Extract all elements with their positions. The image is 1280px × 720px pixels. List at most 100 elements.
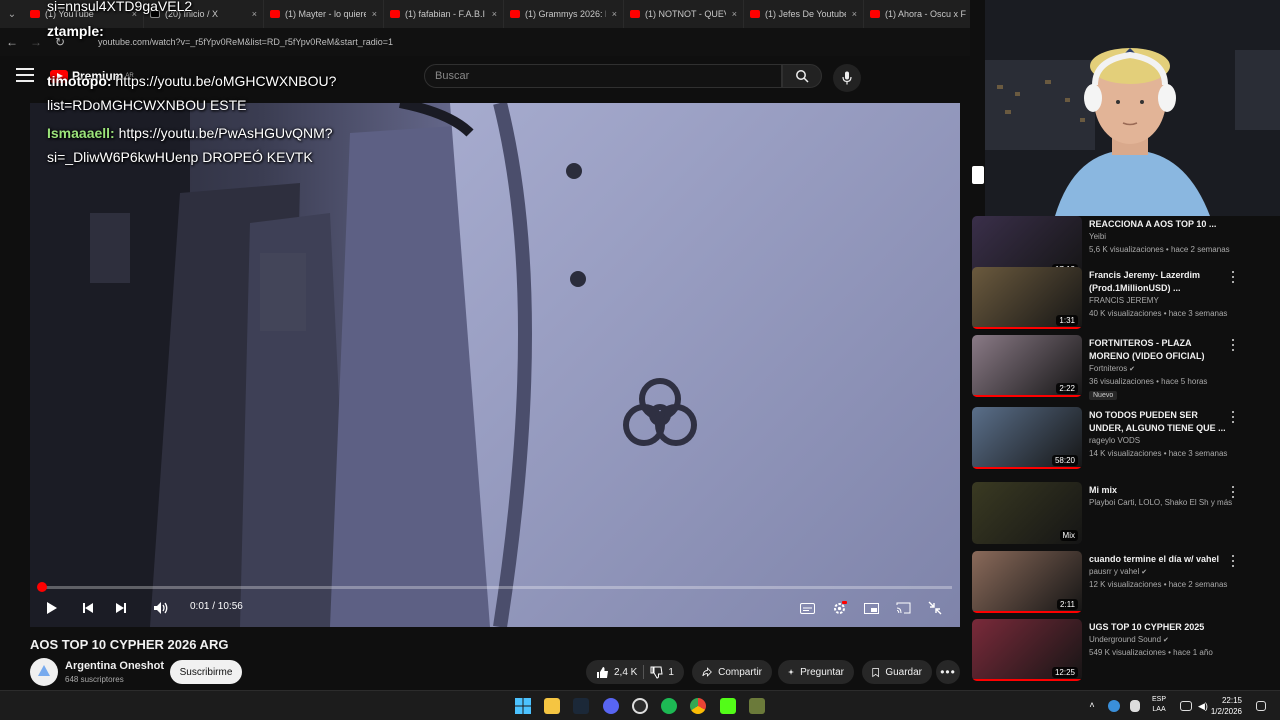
video-thumbnail[interactable]: 2:11 — [972, 551, 1082, 613]
save-button[interactable]: Guardar — [862, 660, 932, 684]
hamburger-menu-icon[interactable] — [16, 68, 34, 82]
play-button[interactable] — [44, 598, 60, 618]
kick-icon[interactable] — [720, 698, 736, 714]
duration-badge: 58:20 — [1051, 455, 1078, 466]
tray-microphone-icon[interactable] — [1130, 700, 1140, 712]
recommended-channel[interactable]: Yeibi — [1089, 232, 1106, 241]
tab-close-icon[interactable]: × — [732, 9, 737, 19]
video-player[interactable] — [30, 103, 960, 627]
video-thumbnail[interactable]: Mix — [972, 482, 1082, 544]
recommended-channel[interactable]: Underground Sound ✔ — [1089, 635, 1169, 644]
recommended-video[interactable]: 2:22 FORTNITEROS - PLAZA MORENO (VIDEO OF… — [972, 335, 1272, 400]
more-options-icon[interactable] — [1230, 339, 1236, 351]
tray-display-icon[interactable] — [1180, 701, 1192, 711]
fullscreen-button[interactable] — [926, 598, 944, 618]
next-button[interactable] — [113, 598, 129, 618]
browser-tab[interactable]: (1) fafabian - F.A.B.I × — [384, 0, 504, 28]
video-thumbnail[interactable]: 1:31 — [972, 267, 1082, 329]
more-options-icon[interactable] — [1230, 271, 1236, 283]
recommended-video[interactable]: 1:31 Francis Jeremy- Lazerdim (Prod.1Mill… — [972, 267, 1272, 329]
video-thumbnail[interactable]: 58:20 — [972, 407, 1082, 469]
recommended-title[interactable]: UGS TOP 10 CYPHER 2025 — [1089, 621, 1229, 634]
recommended-channel[interactable]: FRANCIS JEREMY — [1089, 296, 1159, 305]
recommended-channel[interactable]: Fortniteros ✔ — [1089, 364, 1135, 373]
channel-label: pausrr y vahel — [1089, 567, 1140, 576]
browser-tab[interactable]: (1) Mayter - lo quiere × — [264, 0, 384, 28]
tray-network-app-icon[interactable] — [1108, 700, 1120, 712]
progress-bar[interactable] — [40, 586, 952, 589]
clock-date: 1/2/2026 — [1210, 707, 1242, 716]
more-options-icon[interactable] — [1230, 486, 1236, 498]
dislike-button[interactable]: 1 — [650, 666, 674, 679]
back-button[interactable]: ← — [0, 28, 24, 56]
recommended-title[interactable]: REACCIONA A AOS TOP 10 ... — [1089, 218, 1229, 231]
notifications-icon[interactable] — [1256, 701, 1266, 711]
video-thumbnail[interactable]: 12:25 — [972, 619, 1082, 681]
recommended-channel[interactable]: pausrr y vahel ✔ — [1089, 567, 1147, 576]
more-actions-button[interactable]: ••• — [936, 660, 960, 684]
language-indicator[interactable]: ESP LAA — [1152, 695, 1166, 715]
tab-close-icon[interactable]: × — [252, 9, 257, 19]
recommended-channel[interactable]: Playboi Carti, LOLO, Shako El Sh y más — [1089, 498, 1232, 507]
more-options-icon[interactable] — [1230, 411, 1236, 423]
settings-button[interactable] — [830, 598, 848, 618]
search-button[interactable] — [782, 64, 822, 88]
cast-button[interactable] — [894, 598, 912, 618]
channel-label: Fortniteros — [1089, 364, 1128, 373]
recommended-title[interactable]: FORTNITEROS - PLAZA MORENO (VIDEO OFICIA… — [1089, 337, 1229, 363]
chat-message: timotopo: https://youtu.be/oMGHCWXNBOU? — [47, 70, 336, 93]
start-button[interactable] — [515, 698, 531, 714]
recommended-title[interactable]: Mi mix — [1089, 484, 1229, 497]
tab-close-icon[interactable]: × — [852, 9, 857, 19]
channel-avatar[interactable] — [30, 658, 58, 686]
forward-button[interactable]: → — [24, 28, 48, 56]
chrome-icon[interactable] — [690, 698, 706, 714]
recommended-title[interactable]: cuando termine el día w/ vahel — [1089, 553, 1229, 566]
subtitles-button[interactable] — [798, 598, 816, 618]
voice-search-button[interactable] — [833, 64, 861, 92]
recommended-meta: 36 visualizaciones • hace 5 horas — [1089, 377, 1208, 386]
browser-tab[interactable]: (1) Grammys 2026: Li × — [504, 0, 624, 28]
search-input[interactable]: Buscar — [424, 64, 782, 88]
tab-close-icon[interactable]: × — [492, 9, 497, 19]
progress-scrubber[interactable] — [36, 582, 47, 592]
recommended-title[interactable]: NO TODOS PUEDEN SER UNDER, ALGUNO TIENE … — [1089, 409, 1229, 435]
like-button[interactable]: 2,4 K — [596, 666, 637, 679]
windows-taskbar: ˄ ESP LAA ◀) 22:15 1/2/2026 — [0, 690, 1280, 720]
ask-button[interactable]: Preguntar — [778, 660, 854, 684]
share-button[interactable]: Compartir — [692, 660, 772, 684]
minecraft-icon[interactable] — [749, 698, 765, 714]
chat-username: Ismaaaell: — [47, 125, 115, 141]
previous-button[interactable] — [80, 598, 96, 618]
tray-volume-icon[interactable]: ◀) — [1198, 701, 1210, 711]
streamer-webcam — [985, 0, 1280, 216]
subscribe-button[interactable]: Suscribirme — [170, 660, 242, 684]
miniplayer-button[interactable] — [862, 598, 880, 618]
url-field[interactable]: youtube.com/watch?v=_r5fYpv0ReM&list=RD_… — [78, 32, 985, 52]
recommended-video[interactable]: 2:11 cuando termine el día w/ vahel pausrr… — [972, 551, 1272, 613]
recommended-video[interactable]: Mix Mi mix Playboi Carti, LOLO, Shako El S… — [972, 482, 1272, 544]
browser-tab[interactable]: (1) Jefes De Youtube × — [744, 0, 864, 28]
spotify-icon[interactable] — [661, 698, 677, 714]
more-options-icon[interactable] — [1230, 555, 1236, 567]
youtube-favicon-icon — [390, 10, 400, 18]
browser-tab[interactable]: (1) Ahora - Oscu x Fl× — [864, 0, 984, 28]
recommended-video[interactable]: 58:20 NO TODOS PUEDEN SER UNDER, ALGUNO T… — [972, 407, 1272, 469]
browser-tab[interactable]: (1) NOTNOT - QUEVE × — [624, 0, 744, 28]
volume-button[interactable] — [152, 598, 170, 618]
system-clock[interactable]: 22:15 1/2/2026 — [1211, 695, 1242, 717]
video-thumbnail[interactable]: 2:22 — [972, 335, 1082, 397]
sidebar-chip-edge[interactable] — [972, 166, 984, 184]
file-explorer-icon[interactable] — [544, 698, 560, 714]
recommended-video[interactable]: 12:25 UGS TOP 10 CYPHER 2025 Underground S… — [972, 619, 1272, 681]
discord-icon[interactable] — [603, 698, 619, 714]
tab-close-icon[interactable]: × — [372, 9, 377, 19]
tab-search-chevron-icon[interactable]: ⌄ — [0, 0, 24, 28]
tray-chevron-up-icon[interactable]: ˄ — [1086, 700, 1098, 712]
recommended-title[interactable]: Francis Jeremy- Lazerdim (Prod.1MillionU… — [1089, 269, 1229, 295]
obs-icon[interactable] — [632, 698, 648, 714]
steam-icon[interactable] — [573, 698, 589, 714]
tab-close-icon[interactable]: × — [612, 9, 617, 19]
recommended-channel[interactable]: rageylo VODS — [1089, 436, 1140, 445]
channel-name[interactable]: Argentina Oneshot — [65, 660, 164, 672]
